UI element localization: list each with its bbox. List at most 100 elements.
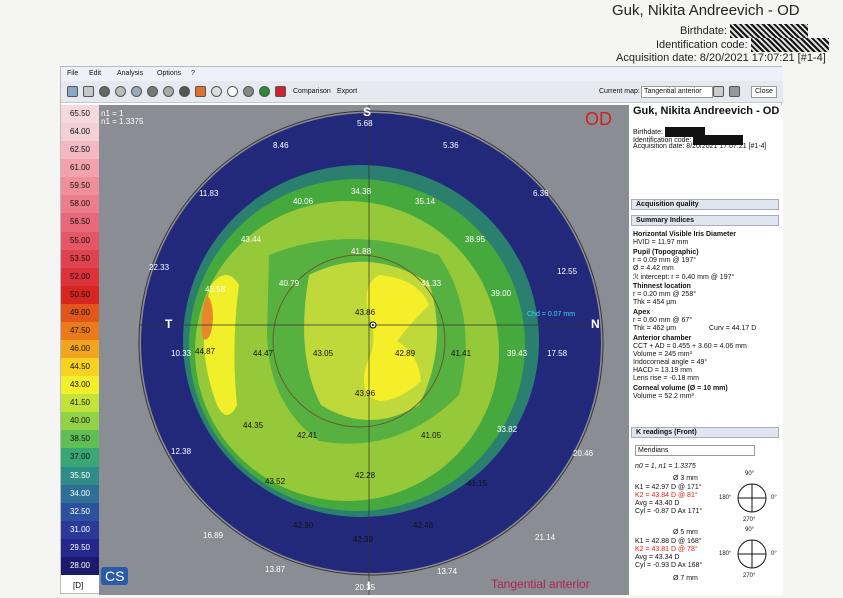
scale-step: 35.50: [61, 466, 99, 485]
menu-analysis[interactable]: Analysis: [117, 70, 143, 77]
pupil-d: Ø = 4.42 mm: [633, 265, 674, 272]
pupil-k: ℛ intercept: r = 0.40 mm @ 197°: [633, 274, 735, 281]
scale-step: 29.50: [61, 538, 99, 557]
tools-icon[interactable]: [713, 86, 724, 97]
apex-r: r = 0.60 mm @ 67°: [633, 317, 693, 324]
zone-7mm: Ø 7 mm: [673, 575, 698, 582]
panel-patient: Guk, Nikita Andreevich - OD: [633, 105, 780, 117]
map-name: Tangential anterior: [491, 577, 590, 591]
map-value: 13.74: [437, 567, 458, 576]
map-value: 33.82: [497, 425, 518, 434]
menu-edit[interactable]: Edit: [89, 70, 101, 77]
scale-step: 50.50: [61, 285, 99, 304]
folder-icon[interactable]: [67, 86, 78, 97]
scale-step: 58.00: [61, 195, 99, 214]
eye-icon[interactable]: [115, 86, 126, 97]
map-value: 5.36: [443, 141, 459, 150]
flag-icon[interactable]: [275, 86, 286, 97]
menu-file[interactable]: File: [67, 70, 78, 77]
scale-step: 46.00: [61, 340, 99, 359]
hvid-value: HVID = 11.97 mm: [633, 239, 689, 246]
map-value: 12.55: [557, 267, 578, 276]
map-value: 17.58: [547, 349, 568, 358]
summary-indices-header[interactable]: Summary Indices: [631, 215, 779, 226]
eye-label: OD: [585, 109, 612, 129]
map-value: 40.79: [279, 279, 300, 288]
ac-line-1: CCT + AD = 0.455 + 3.60 = 4.06 mm: [633, 343, 747, 350]
map-value: 10.33: [171, 349, 192, 358]
k1-5mm: K1 = 42.88 D @ 168°: [635, 538, 702, 545]
map-value: 44.47: [253, 349, 274, 358]
menu-options[interactable]: Options: [157, 70, 181, 77]
topography-map: n1 = 1 n1 = 1.3375 OD Tangential anterio…: [99, 105, 629, 595]
comparison-dropdown[interactable]: Comparison: [293, 88, 331, 95]
ac-line-4: HACD = 13.19 mm: [633, 367, 692, 374]
header-birthdate: Birthdate:: [680, 24, 809, 38]
globe-icon[interactable]: [259, 86, 270, 97]
sphere-icon[interactable]: [243, 86, 254, 97]
lens-icon[interactable]: [163, 86, 174, 97]
k1-3mm: K1 = 42.97 D @ 171°: [635, 484, 702, 491]
scale-step: 56.50: [61, 213, 99, 232]
map-value: 11.83: [199, 189, 219, 198]
scale-step: 32.50: [61, 502, 99, 521]
map-value: 22.33: [149, 263, 170, 272]
map-value: 39.43: [507, 349, 528, 358]
k-index: n0 = 1, n1 = 1.3375: [635, 463, 696, 470]
settings-icon[interactable]: [147, 86, 158, 97]
scale-step: 61.00: [61, 159, 99, 178]
scale-step: 59.50: [61, 177, 99, 196]
scale-step: 62.50: [61, 141, 99, 160]
map-value: 43.58: [205, 285, 226, 294]
scale-step: 52.00: [61, 267, 99, 286]
report-icon[interactable]: [195, 86, 206, 97]
map-value: 20.46: [573, 449, 594, 458]
scale-step: 40.00: [61, 412, 99, 431]
map-value: 42.28: [355, 471, 376, 480]
axis-90-5mm: 90°: [745, 527, 755, 533]
close-button[interactable]: Close: [751, 86, 777, 98]
ac-line-2: Volume = 245 mm³: [633, 351, 692, 358]
thinnest-k: Thk = 454 μm: [633, 299, 677, 306]
photo-page: Guk, Nikita Andreevich - OD Birthdate: I…: [0, 0, 843, 598]
map-value: 35.14: [415, 197, 436, 206]
map-value: 44.35: [243, 421, 264, 430]
scale-step: 47.50: [61, 321, 99, 340]
k-readings-header[interactable]: K readings (Front): [631, 427, 779, 438]
compare-icon[interactable]: [131, 86, 142, 97]
scale-unit: [D]: [73, 581, 84, 590]
map-value: 43.05: [313, 349, 334, 358]
ac-title: Anterior chamber: [633, 335, 692, 342]
menu-help-icon[interactable]: ?: [191, 70, 195, 77]
k-select[interactable]: Meridians: [635, 445, 755, 456]
map-value: 41.05: [421, 431, 442, 440]
print-icon[interactable]: [83, 86, 94, 97]
current-map-select[interactable]: Tangential anterior: [641, 86, 713, 98]
target-icon[interactable]: [227, 86, 238, 97]
scale-step: 38.50: [61, 430, 99, 449]
map-value: 41.88: [351, 247, 372, 256]
camera-icon[interactable]: [99, 86, 110, 97]
scale-step: 31.00: [61, 520, 99, 539]
layout-icon[interactable]: [729, 86, 740, 97]
map-value: 20.35: [355, 583, 376, 592]
axis-diagram-3mm: [737, 483, 767, 513]
apex-marker-dot: [372, 324, 374, 326]
k2-3mm: K2 = 43.84 D @ 81°: [635, 492, 698, 499]
acquisition-quality-header[interactable]: Acquisition quality: [631, 199, 779, 210]
ac-line-3: Iridocorneal angle = 49°: [633, 359, 708, 366]
measure-icon[interactable]: [211, 86, 222, 97]
export-dropdown[interactable]: Export: [337, 88, 357, 95]
ac-line-5: Lens rise = -0.18 mm: [633, 375, 699, 382]
apex-k: Thk = 462 μm: [633, 325, 677, 332]
axis-270-3mm: 270°: [743, 517, 756, 523]
disc-icon[interactable]: [179, 86, 190, 97]
map-value: 16.89: [203, 531, 224, 540]
map-value: 13.87: [265, 565, 286, 574]
scale-step: 34.00: [61, 484, 99, 503]
right-panel: Guk, Nikita Andreevich - OD Birthdate: I…: [629, 105, 783, 595]
scale-step: 28.00: [61, 556, 99, 575]
header-patient: Guk, Nikita Andreevich - OD: [612, 2, 800, 19]
map-value: 42.30: [293, 521, 314, 530]
scale-step: 55.00: [61, 231, 99, 250]
